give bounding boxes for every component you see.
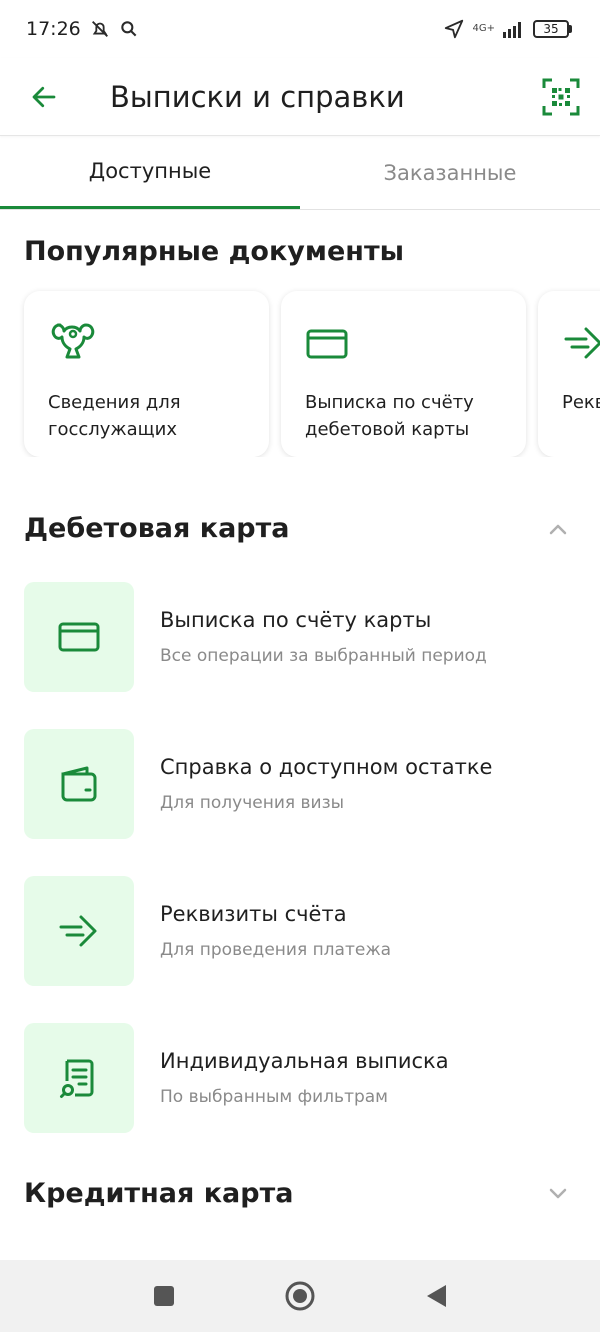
app-bar: Выписки и справки xyxy=(0,58,600,136)
tab-ordered[interactable]: Заказанные xyxy=(300,136,600,209)
back-arrow-icon xyxy=(32,86,56,107)
system-nav-bar xyxy=(0,1260,600,1332)
tabs: Доступные Заказанные xyxy=(0,136,600,210)
tab-available[interactable]: Доступные xyxy=(0,136,300,209)
list-item-subtitle: Все операции за выбранный период xyxy=(160,646,487,666)
status-right: 4G+ 35 xyxy=(443,18,572,40)
list-item-subtitle: По выбранным фильтрам xyxy=(160,1087,389,1107)
signal-icon xyxy=(503,22,521,38)
credit-card-group-header[interactable]: Кредитная карта xyxy=(0,1170,600,1209)
popular-card-label: Выписка по счёту дебетовой карты xyxy=(305,392,474,440)
popular-documents-title: Популярные документы xyxy=(24,236,405,267)
transfer-arrow-icon xyxy=(59,915,97,947)
popular-documents-carousel[interactable]: Сведения для госслужащих Выписка по счёт… xyxy=(0,267,600,457)
document-search-icon xyxy=(60,1059,94,1098)
muted-bell-icon xyxy=(91,21,108,37)
popular-card[interactable]: Выписка по счёту дебетовой карты xyxy=(281,291,526,457)
list-item[interactable]: Выписка по счёту карты Все операции за в… xyxy=(24,582,576,692)
qr-scan-icon xyxy=(542,78,580,115)
location-arrow-icon xyxy=(444,19,463,39)
popular-card-label: Реквизиты счёта xyxy=(562,392,600,413)
list-item-title: Справка о доступном остатке xyxy=(160,755,493,779)
list-item-title: Реквизиты счёта xyxy=(160,902,347,926)
page-title: Выписки и справки xyxy=(110,79,405,114)
wallet-icon xyxy=(61,766,97,802)
status-time: 17:26 xyxy=(26,18,81,40)
popular-card[interactable]: Сведения для госслужащих xyxy=(24,291,269,457)
chevron-up-icon xyxy=(549,524,567,534)
list-item[interactable]: Реквизиты счёта Для проведения платежа xyxy=(24,876,576,986)
search-icon xyxy=(121,21,137,37)
list-item-subtitle: Для проведения платежа xyxy=(160,940,392,960)
popular-card[interactable]: Реквизиты счёта xyxy=(538,291,600,457)
transfer-arrow-icon xyxy=(564,327,600,359)
list-item-subtitle: Для получения визы xyxy=(160,793,345,813)
popular-card-label: Сведения для госслужащих xyxy=(48,392,181,440)
home-circle-icon[interactable] xyxy=(284,1280,316,1312)
network-type: 4G+ xyxy=(472,23,496,34)
battery-icon: 35 xyxy=(533,20,572,38)
emblem-icon xyxy=(51,323,95,359)
list-item-title: Выписка по счёту карты xyxy=(160,608,432,632)
credit-card-group-title: Кредитная карта xyxy=(24,1178,294,1209)
back-triangle-icon[interactable] xyxy=(424,1283,448,1309)
list-item[interactable]: Справка о доступном остатке Для получени… xyxy=(24,729,576,839)
debit-card-group-title: Дебетовая карта xyxy=(24,513,290,544)
chevron-down-icon xyxy=(549,1188,567,1198)
status-bar: 17:26 4G+ 35 xyxy=(0,0,600,58)
debit-card-group-header[interactable]: Дебетовая карта xyxy=(0,457,600,544)
recents-square-icon[interactable] xyxy=(152,1284,176,1308)
list-item[interactable]: Индивидуальная выписка По выбранным филь… xyxy=(24,1023,576,1133)
card-icon xyxy=(58,622,100,652)
back-button[interactable] xyxy=(26,79,62,115)
debit-card-list: Выписка по счёту карты Все операции за в… xyxy=(0,544,600,1133)
battery-level: 35 xyxy=(533,20,569,38)
list-item-title: Индивидуальная выписка xyxy=(160,1049,449,1073)
status-left: 17:26 xyxy=(26,18,139,40)
card-icon xyxy=(306,329,348,359)
qr-scan-button[interactable] xyxy=(540,76,582,118)
